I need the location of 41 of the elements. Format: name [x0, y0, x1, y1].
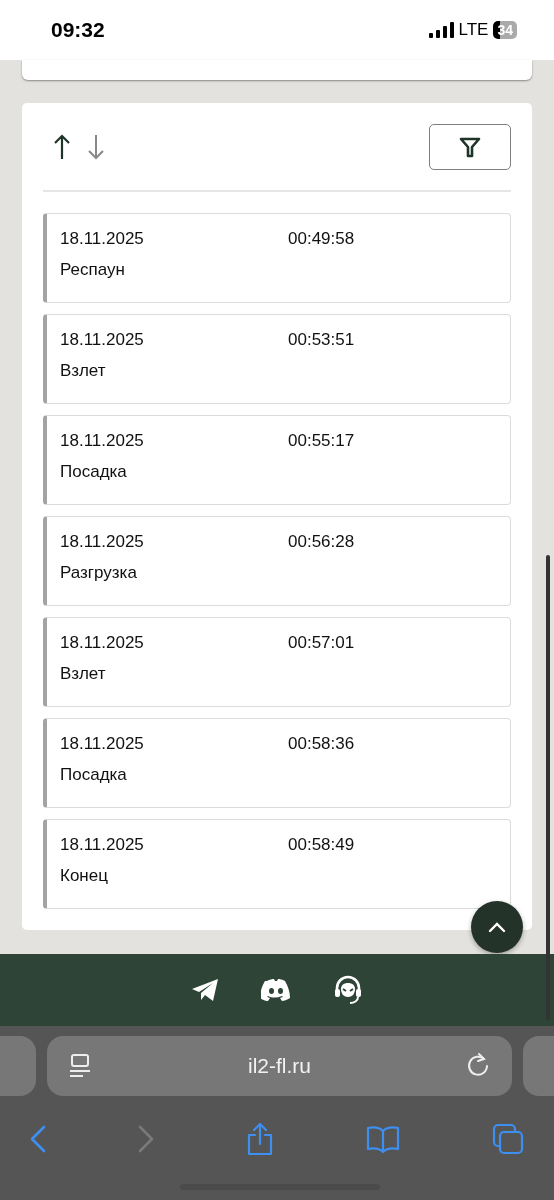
event-time: 00:49:58: [288, 228, 355, 250]
event-time: 00:53:51: [288, 329, 355, 351]
event-name: Конец: [60, 865, 108, 887]
event-date: 18.11.2025: [60, 228, 145, 250]
event-date: 18.11.2025: [60, 632, 145, 654]
arrow-down-icon[interactable]: [87, 134, 105, 160]
event-date: 18.11.2025: [60, 834, 145, 856]
gamepad-face-icon[interactable]: [261, 978, 291, 1002]
book-icon[interactable]: [366, 1125, 400, 1153]
event-date: 18.11.2025: [60, 531, 145, 553]
page-menu-icon[interactable]: [69, 1054, 91, 1078]
filter-icon: [459, 136, 481, 158]
event-name: Посадка: [60, 461, 127, 483]
event-time: 00:56:28: [288, 531, 355, 553]
event-name: Посадка: [60, 764, 127, 786]
address-bar[interactable]: il2-fl.ru: [47, 1036, 512, 1096]
event-name: Разгрузка: [60, 562, 137, 584]
arrow-up-icon[interactable]: [53, 134, 71, 160]
url-text: il2-fl.ru: [248, 1054, 311, 1078]
scroll-top-button[interactable]: [471, 901, 523, 953]
network-label: LTE: [458, 20, 489, 40]
clock: 09:32: [51, 18, 105, 42]
event-name: Респаун: [60, 259, 125, 281]
event-time: 00:58:36: [288, 733, 355, 755]
share-icon[interactable]: [246, 1122, 274, 1156]
event-date: 18.11.2025: [60, 733, 145, 755]
event-name: Взлет: [60, 360, 106, 382]
event-time: 00:57:01: [288, 632, 355, 654]
back-icon[interactable]: [30, 1125, 46, 1153]
event-time: 00:58:49: [288, 834, 355, 856]
headset-icon[interactable]: [333, 975, 363, 1005]
signal-icon: [428, 22, 454, 38]
event-date: 18.11.2025: [60, 329, 145, 351]
event-date: 18.11.2025: [60, 430, 145, 452]
reload-icon[interactable]: [466, 1052, 490, 1078]
event-name: Взлет: [60, 663, 106, 685]
chevron-up-icon: [488, 921, 506, 933]
event-time: 00:55:17: [288, 430, 355, 452]
tabs-icon[interactable]: [492, 1123, 524, 1155]
paper-plane-icon[interactable]: [191, 978, 219, 1002]
filter-button[interactable]: [429, 124, 511, 170]
